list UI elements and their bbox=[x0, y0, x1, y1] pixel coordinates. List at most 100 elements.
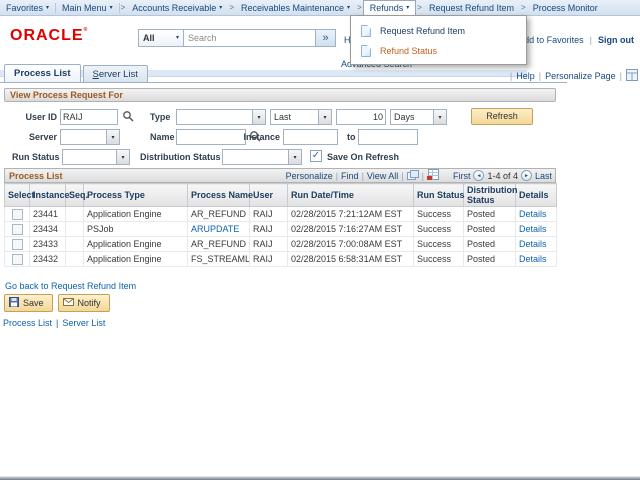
run-status-select[interactable]: ▾ bbox=[62, 149, 130, 165]
column-header-seq[interactable]: Seq. bbox=[66, 184, 84, 207]
details-link[interactable]: Details bbox=[519, 209, 547, 219]
cell-distribution-status: Posted bbox=[464, 237, 516, 252]
cell-seq bbox=[66, 252, 84, 267]
breadcrumb-label: Favorites bbox=[6, 3, 43, 13]
go-back-link[interactable]: Go back to Request Refund Item bbox=[5, 281, 136, 291]
column-header-process-name[interactable]: Process Name bbox=[188, 184, 250, 207]
save-button[interactable]: Save bbox=[4, 294, 53, 312]
save-on-refresh-label: Save On Refresh bbox=[327, 149, 399, 165]
breadcrumb-item-main-menu[interactable]: Main Menu ▾ bbox=[56, 0, 119, 15]
details-link[interactable]: Details bbox=[519, 224, 547, 234]
tab-server-list[interactable]: Server List bbox=[83, 65, 148, 82]
user-id-field[interactable] bbox=[60, 109, 118, 125]
tab-process-list[interactable]: Process List bbox=[4, 64, 81, 82]
cell-run-datetime: 02/28/2015 7:00:08AM EST bbox=[288, 237, 414, 252]
column-header-details[interactable]: Details bbox=[516, 184, 557, 207]
details-link[interactable]: Details bbox=[519, 239, 547, 249]
cell-user: RAIJ bbox=[250, 222, 288, 237]
search-go-button[interactable]: » bbox=[316, 29, 336, 47]
cell-distribution-status: Posted bbox=[464, 207, 516, 222]
add-to-favorites-link[interactable]: Add to Favorites bbox=[518, 35, 584, 45]
instance-label: Instance bbox=[230, 129, 280, 145]
type-label: Type bbox=[150, 109, 170, 125]
days-unit-select[interactable]: Days ▾ bbox=[390, 109, 447, 125]
breadcrumb-item-process-monitor: Process Monitor bbox=[527, 0, 604, 15]
distribution-status-label: Distribution Status bbox=[140, 149, 221, 165]
last-select[interactable]: Last ▾ bbox=[270, 109, 332, 125]
name-label: Name bbox=[150, 129, 175, 145]
column-header-distribution-status[interactable]: Distribution Status bbox=[464, 184, 516, 207]
footer-link-process-list[interactable]: Process List bbox=[3, 318, 52, 328]
row-select-checkbox[interactable] bbox=[12, 209, 23, 220]
days-count-field[interactable] bbox=[336, 109, 386, 125]
breadcrumb-label: Request Refund Item bbox=[429, 3, 514, 13]
page-tabs: Process List Server List bbox=[4, 64, 148, 82]
row-select-checkbox[interactable] bbox=[12, 239, 23, 250]
menu-item-request-refund-item[interactable]: Request Refund Item bbox=[351, 21, 526, 41]
cell-process-name: AR_REFUND bbox=[188, 207, 250, 222]
type-select[interactable]: ▾ bbox=[176, 109, 266, 125]
breadcrumb-separator: > bbox=[228, 3, 235, 12]
column-header-run-datetime[interactable]: Run Date/Time bbox=[288, 184, 414, 207]
refresh-button[interactable]: Refresh bbox=[471, 108, 533, 125]
breadcrumb-item-refunds[interactable]: Refunds ▾ bbox=[363, 0, 417, 15]
notify-button[interactable]: Notify bbox=[58, 294, 110, 312]
cell-run-datetime: 02/28/2015 6:58:31AM EST bbox=[288, 252, 414, 267]
cell-distribution-status: Posted bbox=[464, 252, 516, 267]
breadcrumb-label: Main Menu bbox=[62, 3, 107, 13]
distribution-status-select[interactable]: ▾ bbox=[222, 149, 302, 165]
link-separator: | bbox=[539, 71, 541, 81]
details-link[interactable]: Details bbox=[519, 254, 547, 264]
row-select-checkbox[interactable] bbox=[12, 224, 23, 235]
breadcrumb-label: Accounts Receivable bbox=[132, 3, 216, 13]
download-spreadsheet-icon[interactable] bbox=[427, 169, 439, 182]
instance-from-field[interactable] bbox=[283, 129, 338, 145]
menu-item-refund-status[interactable]: Refund Status bbox=[351, 41, 526, 61]
view-all-link[interactable]: View All bbox=[367, 171, 398, 181]
cell-process-type: Application Engine bbox=[84, 207, 188, 222]
chevron-down-icon: ▾ bbox=[288, 150, 301, 164]
link-separator: | bbox=[336, 171, 338, 181]
help-link[interactable]: Help bbox=[516, 71, 535, 81]
column-header-user[interactable]: User bbox=[250, 184, 288, 207]
breadcrumb-label: Process Monitor bbox=[533, 3, 598, 13]
column-header-process-type[interactable]: Process Type bbox=[84, 184, 188, 207]
link-separator: | bbox=[620, 71, 622, 81]
breadcrumb-item-favorites[interactable]: Favorites ▾ bbox=[0, 0, 55, 15]
user-id-lookup-icon[interactable] bbox=[122, 110, 135, 123]
instance-to-field[interactable] bbox=[358, 129, 418, 145]
document-icon bbox=[361, 45, 371, 57]
popup-window-icon[interactable] bbox=[407, 170, 419, 182]
pagination-last[interactable]: Last bbox=[535, 171, 552, 181]
breadcrumb-item-request-refund-item[interactable]: Request Refund Item bbox=[423, 0, 520, 15]
search-scope-select[interactable]: All ▾ bbox=[138, 29, 184, 47]
row-select-checkbox[interactable] bbox=[12, 254, 23, 265]
breadcrumb-item-receivables-maintenance[interactable]: Receivables Maintenance ▾ bbox=[235, 0, 356, 15]
cell-process-type: Application Engine bbox=[84, 252, 188, 267]
pagination-first[interactable]: First bbox=[453, 171, 471, 181]
cell-instance: 23432 bbox=[30, 252, 66, 267]
find-link[interactable]: Find bbox=[341, 171, 359, 181]
breadcrumb-separator: > bbox=[356, 3, 363, 12]
personalize-link[interactable]: Personalize bbox=[286, 171, 333, 181]
personalize-grid-icon[interactable] bbox=[626, 69, 638, 83]
cell-run-status: Success bbox=[414, 222, 464, 237]
footer-link-server-list[interactable]: Server List bbox=[62, 318, 105, 328]
sign-out-link[interactable]: Sign out bbox=[598, 35, 634, 45]
save-on-refresh-checkbox[interactable]: ✓ bbox=[310, 150, 322, 162]
process-name-link[interactable]: ARUPDATE bbox=[191, 224, 239, 234]
column-header-run-status[interactable]: Run Status bbox=[414, 184, 464, 207]
column-header-select[interactable]: Select bbox=[5, 184, 30, 207]
grid-toolbar: Personalize | Find | View All | | First … bbox=[286, 169, 555, 182]
pagination-prev-icon[interactable]: ◄ bbox=[473, 170, 484, 181]
search-input[interactable] bbox=[184, 29, 316, 47]
cell-instance: 23433 bbox=[30, 237, 66, 252]
cell-instance: 23434 bbox=[30, 222, 66, 237]
breadcrumb-separator: > bbox=[120, 3, 127, 12]
column-header-instance[interactable]: Instance bbox=[30, 184, 66, 207]
breadcrumb-item-accounts-receivable[interactable]: Accounts Receivable ▾ bbox=[126, 0, 228, 15]
pagination-next-icon[interactable]: ► bbox=[521, 170, 532, 181]
personalize-page-link[interactable]: Personalize Page bbox=[545, 71, 616, 81]
server-select[interactable]: ▾ bbox=[60, 129, 120, 145]
header-links: Add to Favorites | Sign out bbox=[518, 35, 634, 45]
